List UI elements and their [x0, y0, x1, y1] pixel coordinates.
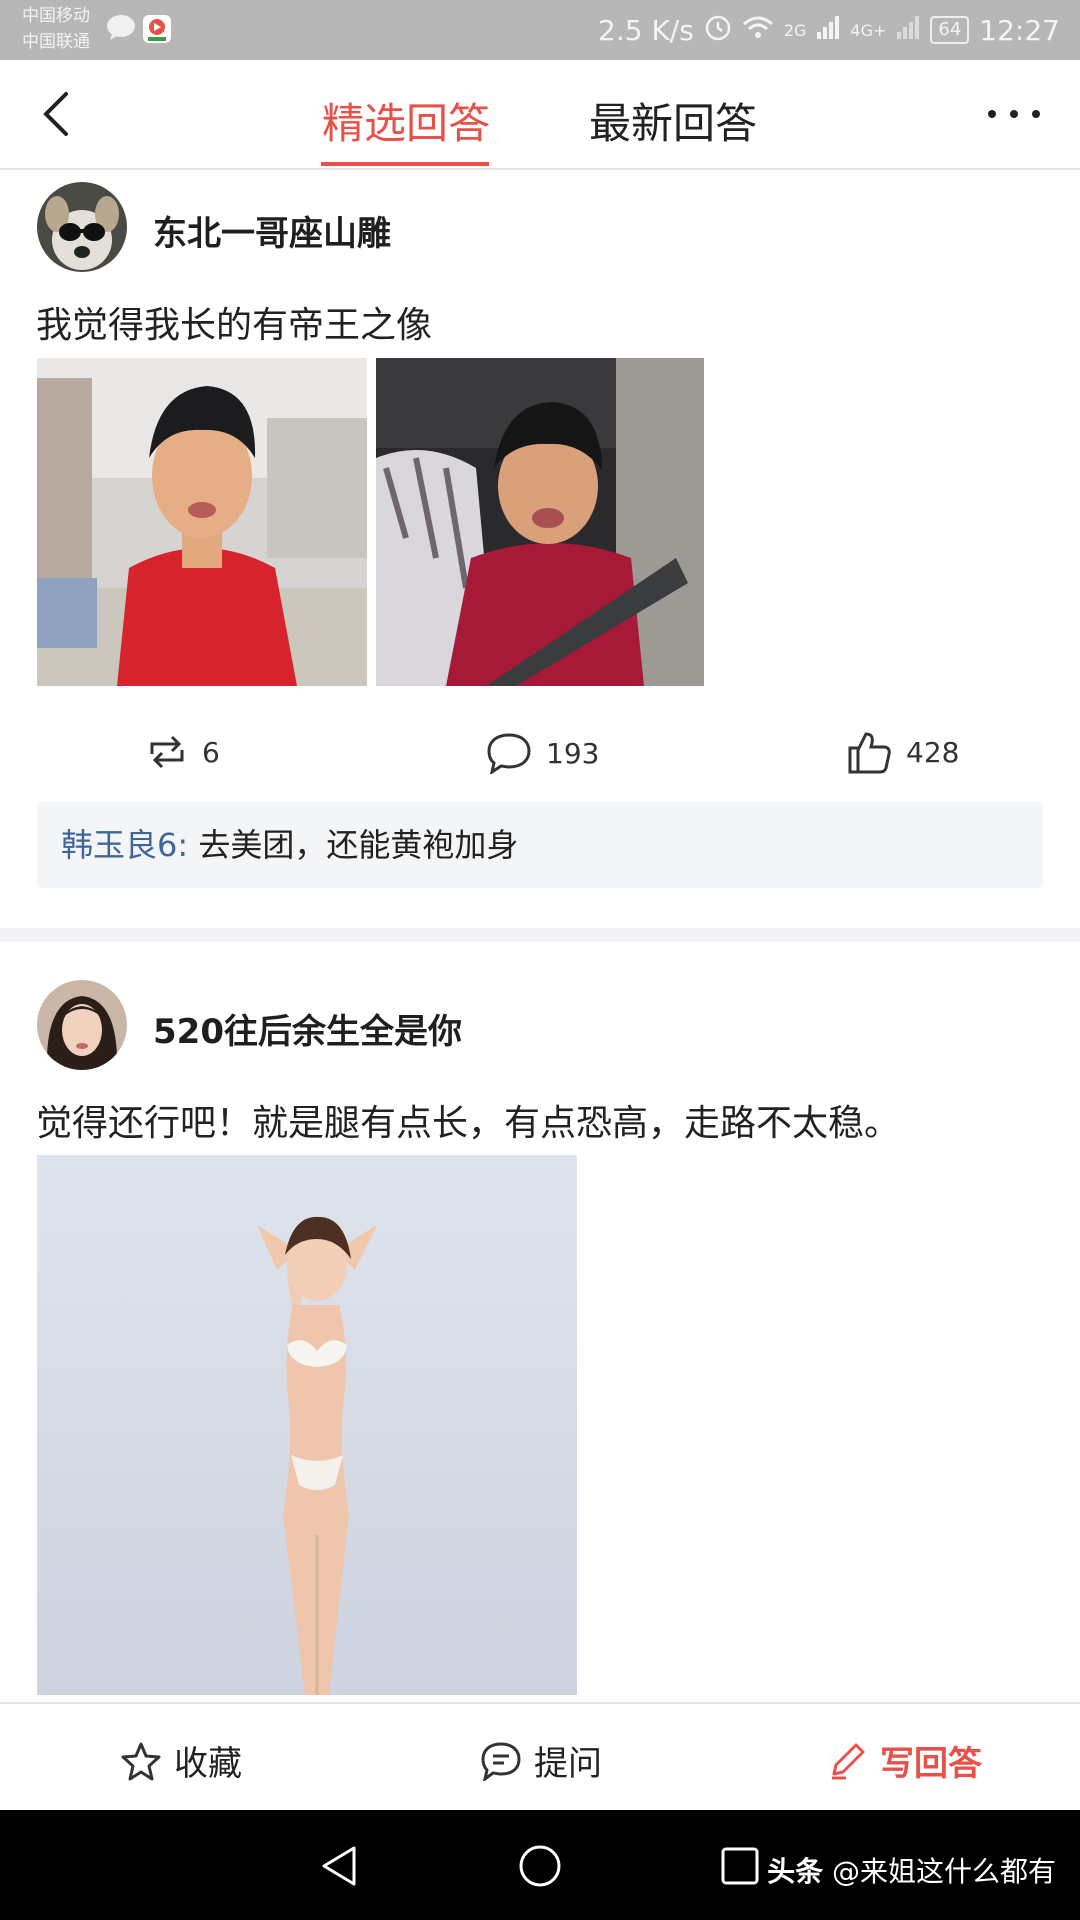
network-speed: 2.5 K/s: [598, 13, 694, 47]
repost-count: 6: [202, 735, 220, 769]
battery-indicator: 64: [930, 16, 970, 44]
answer-text[interactable]: 我觉得我长的有帝王之像: [36, 296, 432, 348]
like-button[interactable]: 428: [846, 730, 959, 774]
wifi-icon: [742, 14, 774, 47]
comment-count: 193: [546, 736, 600, 770]
nav-recents-button[interactable]: [720, 1846, 760, 1890]
favorite-label: 收藏: [174, 1744, 242, 1784]
comment-text: 去美团，还能黄袍加身: [188, 826, 519, 864]
answer-username[interactable]: 东北一哥座山雕: [153, 206, 391, 255]
comment-author[interactable]: 韩玉良6:: [61, 826, 188, 864]
section-divider: [0, 928, 1080, 942]
selfie-red-jacket-image: [37, 358, 367, 686]
nav-home-button[interactable]: [518, 1844, 562, 1892]
nav-back-button[interactable]: [318, 1844, 362, 1892]
question-bubble-icon: [481, 1741, 521, 1781]
message-icon: [106, 14, 136, 44]
triangle-back-icon: [322, 1846, 356, 1886]
active-tab-indicator: [321, 162, 489, 166]
thumbs-up-icon: [848, 732, 891, 774]
system-navigation-bar: 头条 @来姐这什么都有: [0, 1810, 1080, 1920]
avatar[interactable]: [37, 182, 127, 272]
answer-username[interactable]: 520往后余生全是你: [153, 1004, 462, 1053]
watermark: 头条 @来姐这什么都有: [767, 1850, 1056, 1890]
network-type-1: 2G: [783, 20, 807, 40]
square-recents-icon: [721, 1847, 759, 1885]
avatar-woman-image: [37, 980, 127, 1070]
carrier-1: 中国移动: [22, 6, 90, 26]
watermark-brand: 头条: [767, 1855, 824, 1888]
more-options-button[interactable]: [986, 102, 1042, 126]
top-comment[interactable]: 韩玉良6: 去美团，还能黄袍加身: [37, 802, 1043, 888]
answer-photo-2[interactable]: [376, 358, 704, 686]
alarm-icon: [704, 13, 732, 48]
ask-label: 提问: [534, 1744, 602, 1784]
top-navigation: 精选回答 最新回答: [0, 60, 1080, 170]
answer-photo[interactable]: [37, 1155, 577, 1695]
comment-icon: [487, 733, 531, 774]
repost-button[interactable]: 6: [146, 732, 220, 772]
ask-question-button[interactable]: 提问: [480, 1736, 602, 1785]
tab-latest-answers[interactable]: 最新回答: [589, 90, 757, 151]
answer-text[interactable]: 觉得还行吧！就是腿有点长，有点恐高，走路不太稳。: [36, 1094, 900, 1146]
pencil-icon: [832, 1743, 865, 1779]
watermark-handle: @来姐这什么都有: [823, 1855, 1056, 1888]
favorite-button[interactable]: 收藏: [120, 1736, 242, 1785]
selfie-car-seat-image: [376, 358, 704, 686]
circle-home-icon: [519, 1845, 561, 1887]
avatar-dog-image: [37, 182, 127, 272]
carrier-2: 中国联通: [22, 32, 90, 52]
repost-icon: [150, 735, 184, 769]
back-button[interactable]: [34, 88, 84, 140]
signal-icon-2: [896, 14, 920, 47]
back-arrow-icon: [43, 92, 68, 136]
write-answer-label: 写回答: [880, 1744, 982, 1784]
avatar[interactable]: [37, 980, 127, 1070]
more-icon: [988, 110, 1040, 118]
tab-featured-answers[interactable]: 精选回答: [322, 90, 490, 151]
like-count: 428: [906, 735, 960, 769]
status-bar: 中国移动 中国联通 2.5 K/s 2G 4G+ 64 12:27: [0, 0, 1080, 60]
woman-bikini-image: [37, 1155, 577, 1695]
clock: 12:27: [979, 13, 1060, 47]
answer-photo-1[interactable]: [37, 358, 367, 686]
bottom-action-bar: 收藏 提问 写回答: [0, 1702, 1080, 1812]
status-right: 2.5 K/s 2G 4G+ 64 12:27: [598, 0, 1060, 60]
network-type-2: 4G+: [850, 20, 887, 40]
write-answer-button[interactable]: 写回答: [826, 1736, 982, 1785]
star-icon: [121, 1742, 161, 1780]
comment-button[interactable]: 193: [486, 732, 599, 774]
signal-icon-1: [816, 14, 840, 47]
video-app-icon: [142, 14, 172, 48]
